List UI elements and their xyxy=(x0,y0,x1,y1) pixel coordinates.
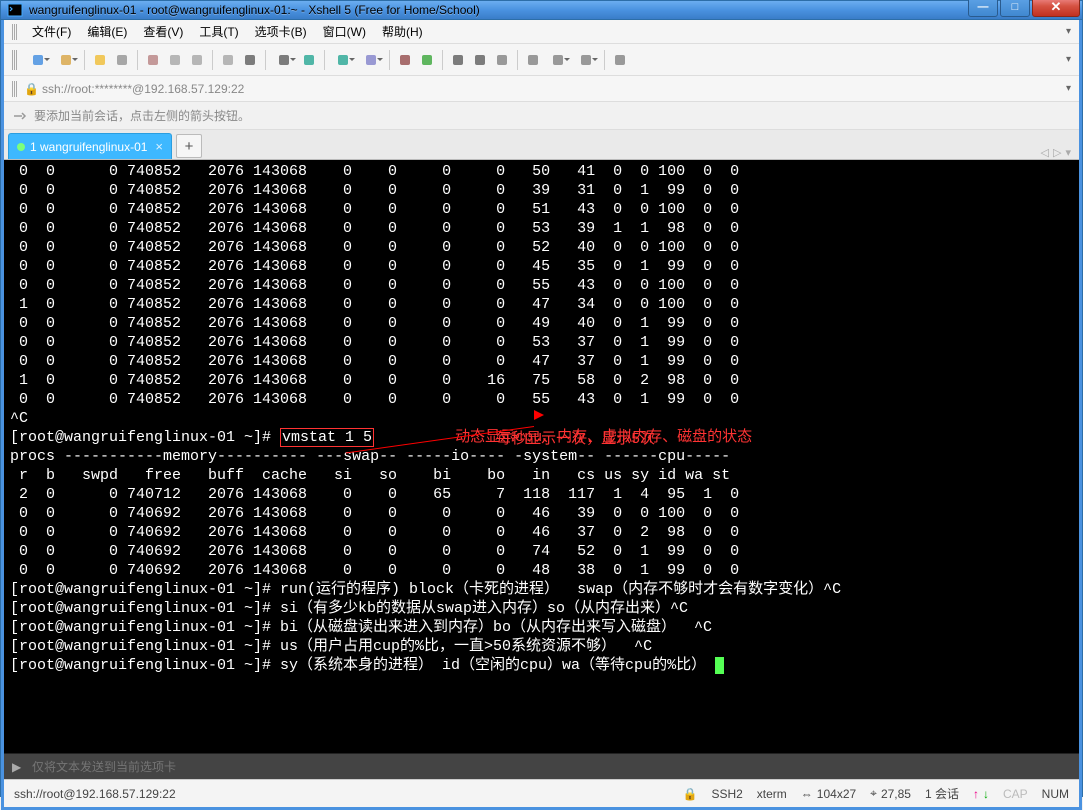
toolbar-overflow[interactable]: ▾ xyxy=(1066,54,1071,65)
menu-item-3[interactable]: 工具(T) xyxy=(191,20,246,43)
send-bar: ▶ xyxy=(4,753,1079,779)
toolbar-separator xyxy=(84,50,85,70)
color-icon[interactable] xyxy=(394,49,416,71)
tab-close-button[interactable]: × xyxy=(155,139,163,154)
status-pos: ⌖27,85 xyxy=(870,786,911,801)
properties-icon[interactable] xyxy=(298,49,320,71)
disconnect-icon[interactable] xyxy=(164,49,186,71)
menu-item-4[interactable]: 选项卡(B) xyxy=(247,20,315,43)
window-controls: — □ ✕ xyxy=(966,0,1080,19)
tabstrip: 1 wangruifenglinux-01 × + ◁ ▷ ▾ xyxy=(4,130,1079,160)
status-cap: CAP xyxy=(1003,787,1028,801)
menu-item-2[interactable]: 查看(V) xyxy=(135,20,191,43)
terminal[interactable]: 0 0 0 740852 2076 143068 0 0 0 0 50 41 0… xyxy=(4,160,1079,753)
send-input[interactable] xyxy=(32,760,1079,774)
hint-add-icon[interactable] xyxy=(12,108,28,124)
globe-icon[interactable] xyxy=(329,49,357,71)
open-icon[interactable] xyxy=(52,49,80,71)
app-icon xyxy=(7,2,23,18)
toolbar-separator xyxy=(442,50,443,70)
highlighter-icon[interactable] xyxy=(89,49,111,71)
toolbar-separator xyxy=(212,50,213,70)
titlebar[interactable]: wangruifenglinux-01 - root@wangruifengli… xyxy=(1,1,1082,20)
hint-bar: 要添加当前会话，点击左侧的箭头按钮。 xyxy=(4,102,1079,130)
status-term: xterm xyxy=(757,787,787,801)
toolbar-separator xyxy=(137,50,138,70)
addrbar-overflow[interactable]: ▾ xyxy=(1066,83,1071,94)
layout-icon[interactable] xyxy=(544,49,572,71)
tab-scroll-left[interactable]: ◁ xyxy=(1041,146,1049,159)
statusbar: ssh://root@192.168.57.129:22 🔒 SSH2 xter… xyxy=(4,779,1079,807)
status-sessions: 1 会话 xyxy=(925,785,959,802)
lock-icon: 🔒 xyxy=(24,82,38,96)
status-url: ssh://root@192.168.57.129:22 xyxy=(14,787,176,801)
annotation-arrow-head xyxy=(534,410,549,420)
menu-item-5[interactable]: 窗口(W) xyxy=(315,20,374,43)
status-size: ⇔104x27 xyxy=(801,787,856,801)
toolbar-separator xyxy=(265,50,266,70)
session-tab[interactable]: 1 wangruifenglinux-01 × xyxy=(8,133,172,159)
tab-scroll: ◁ ▷ ▾ xyxy=(1041,146,1071,159)
close-button[interactable]: ✕ xyxy=(1032,0,1080,17)
status-num: NUM xyxy=(1042,787,1069,801)
tab-menu[interactable]: ▾ xyxy=(1065,146,1071,159)
copy-icon[interactable] xyxy=(186,49,208,71)
paste-icon[interactable] xyxy=(217,49,239,71)
new-tab-button[interactable]: + xyxy=(176,134,202,158)
maximize-button[interactable]: □ xyxy=(1000,0,1030,17)
status-upload-icon: ↑↓ xyxy=(973,787,989,801)
scissors-icon[interactable] xyxy=(111,49,133,71)
tab-label: 1 wangruifenglinux-01 xyxy=(30,140,147,154)
app-window: wangruifenglinux-01 - root@wangruifengli… xyxy=(0,0,1083,797)
reconnect-icon[interactable] xyxy=(142,49,164,71)
toolbar-separator xyxy=(389,50,390,70)
lock-icon[interactable] xyxy=(491,49,513,71)
status-lock-icon: 🔒 xyxy=(682,787,697,801)
search-icon[interactable] xyxy=(239,49,261,71)
menu-item-6[interactable]: 帮助(H) xyxy=(374,20,431,43)
font-icon[interactable] xyxy=(357,49,385,71)
columns-icon[interactable] xyxy=(522,49,544,71)
tab-scroll-right[interactable]: ▷ xyxy=(1053,146,1061,159)
address-bar: 🔒 ssh://root:********@192.168.57.129:22 … xyxy=(4,76,1079,102)
list-icon[interactable] xyxy=(572,49,600,71)
minimize-button[interactable]: — xyxy=(968,0,998,17)
address-text[interactable]: ssh://root:********@192.168.57.129:22 xyxy=(42,82,244,96)
tab-status-dot xyxy=(17,143,25,151)
menubar: 文件(F)编辑(E)查看(V)工具(T)选项卡(B)窗口(W)帮助(H) ▾ xyxy=(4,20,1079,44)
toolbar-separator xyxy=(604,50,605,70)
menubar-overflow[interactable]: ▾ xyxy=(1066,26,1071,37)
menu-item-0[interactable]: 文件(F) xyxy=(24,20,79,43)
help-icon[interactable] xyxy=(609,49,631,71)
client-area: 文件(F)编辑(E)查看(V)工具(T)选项卡(B)窗口(W)帮助(H) ▾ ▾… xyxy=(1,20,1082,810)
tile-icon[interactable] xyxy=(447,49,469,71)
status-ssh: SSH2 xyxy=(711,787,742,801)
toolbar-separator xyxy=(324,50,325,70)
toolbar-separator xyxy=(517,50,518,70)
toolbar: ▾ xyxy=(4,44,1079,76)
print-icon[interactable] xyxy=(270,49,298,71)
hint-text: 要添加当前会话，点击左侧的箭头按钮。 xyxy=(34,107,250,124)
toolbar-grip[interactable] xyxy=(12,50,18,70)
send-icon: ▶ xyxy=(12,760,26,774)
menu-item-1[interactable]: 编辑(E) xyxy=(79,20,135,43)
window-title: wangruifenglinux-01 - root@wangruifengli… xyxy=(29,3,966,17)
menubar-grip[interactable] xyxy=(12,24,18,40)
refresh-icon[interactable] xyxy=(416,49,438,71)
expand-icon[interactable] xyxy=(469,49,491,71)
new-session-icon[interactable] xyxy=(24,49,52,71)
addrbar-grip[interactable] xyxy=(12,81,18,97)
